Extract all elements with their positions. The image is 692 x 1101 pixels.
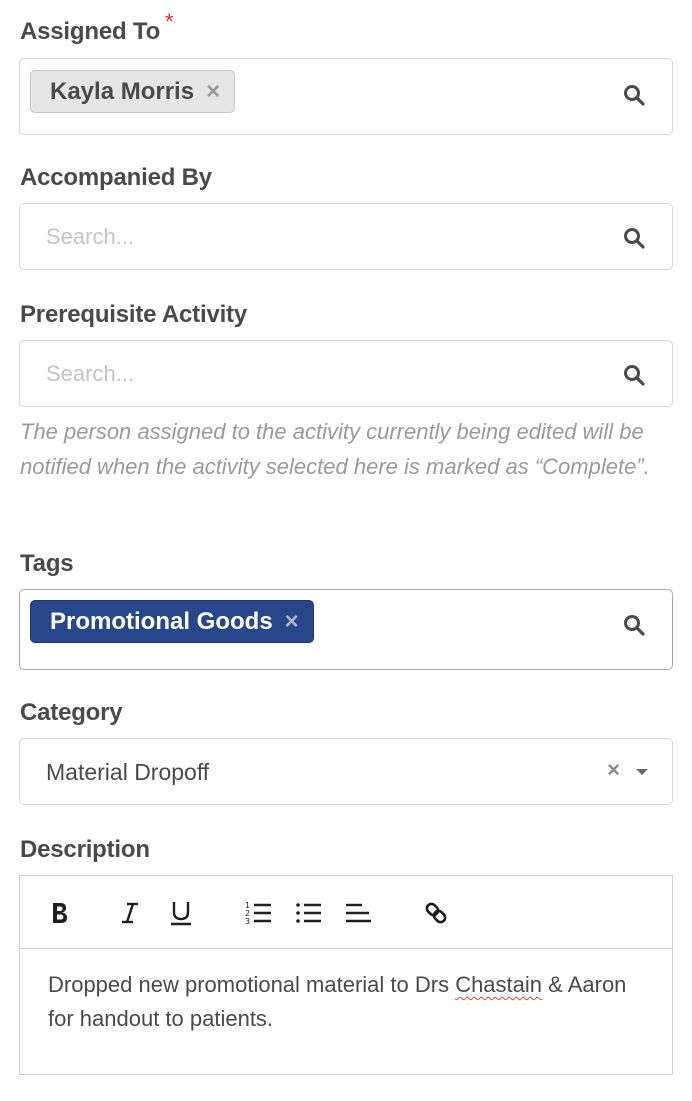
- assignee-chip-label: Kayla Morris: [50, 77, 195, 105]
- accompanied-by-placeholder: Search...: [46, 224, 135, 249]
- category-value: Material Dropoff: [46, 759, 210, 785]
- assigned-to-field[interactable]: Kayla Morris ×: [19, 58, 673, 135]
- bullet-list-icon[interactable]: [295, 899, 323, 927]
- tags-field[interactable]: Promotional Goods ×: [19, 589, 673, 670]
- prerequisite-activity-field[interactable]: Search...: [19, 340, 673, 407]
- editor-toolbar: 123: [20, 876, 672, 949]
- description-editor[interactable]: 123 Dropped new promotional material to …: [19, 875, 673, 1075]
- prerequisite-help-text: The person assigned to the activity curr…: [20, 419, 650, 479]
- tag-chip: Promotional Goods ×: [30, 600, 314, 643]
- prerequisite-activity-label: Prerequisite Activity: [20, 301, 247, 328]
- chevron-down-icon[interactable]: [636, 769, 648, 775]
- prerequisite-activity-placeholder: Search...: [46, 361, 135, 386]
- accompanied-by-label: Accompanied By: [20, 164, 212, 191]
- assigned-to-label-text: Assigned To: [20, 18, 161, 45]
- remove-tag-icon[interactable]: ×: [285, 609, 299, 634]
- link-icon[interactable]: [421, 899, 451, 927]
- category-label: Category: [20, 699, 123, 726]
- bold-icon[interactable]: [48, 899, 72, 927]
- search-icon[interactable]: [622, 83, 646, 107]
- search-icon[interactable]: [622, 613, 646, 637]
- remove-assignee-icon[interactable]: ×: [206, 79, 220, 104]
- underline-icon[interactable]: [168, 899, 194, 927]
- assignee-chip: Kayla Morris ×: [30, 70, 236, 113]
- align-left-icon[interactable]: [345, 899, 373, 927]
- clear-category-icon[interactable]: ×: [607, 757, 620, 783]
- description-text[interactable]: Dropped new promotional material to Drs …: [48, 968, 648, 1036]
- description-text-part: Dropped new promotional material to Drs: [48, 972, 456, 997]
- search-icon[interactable]: [622, 363, 646, 387]
- assigned-to-label: Assigned To *: [20, 9, 174, 46]
- tag-chip-label: Promotional Goods: [50, 607, 273, 635]
- category-select[interactable]: Material Dropoff ×: [19, 738, 673, 805]
- italic-icon[interactable]: [118, 899, 142, 927]
- required-marker: *: [165, 9, 174, 34]
- ordered-list-icon[interactable]: 123: [245, 899, 273, 927]
- accompanied-by-field[interactable]: Search...: [19, 203, 673, 270]
- tags-label: Tags: [20, 550, 74, 577]
- description-label: Description: [20, 836, 150, 863]
- search-icon[interactable]: [622, 226, 646, 250]
- misspelled-word: Chastain: [455, 972, 543, 997]
- svg-text:3: 3: [245, 917, 250, 926]
